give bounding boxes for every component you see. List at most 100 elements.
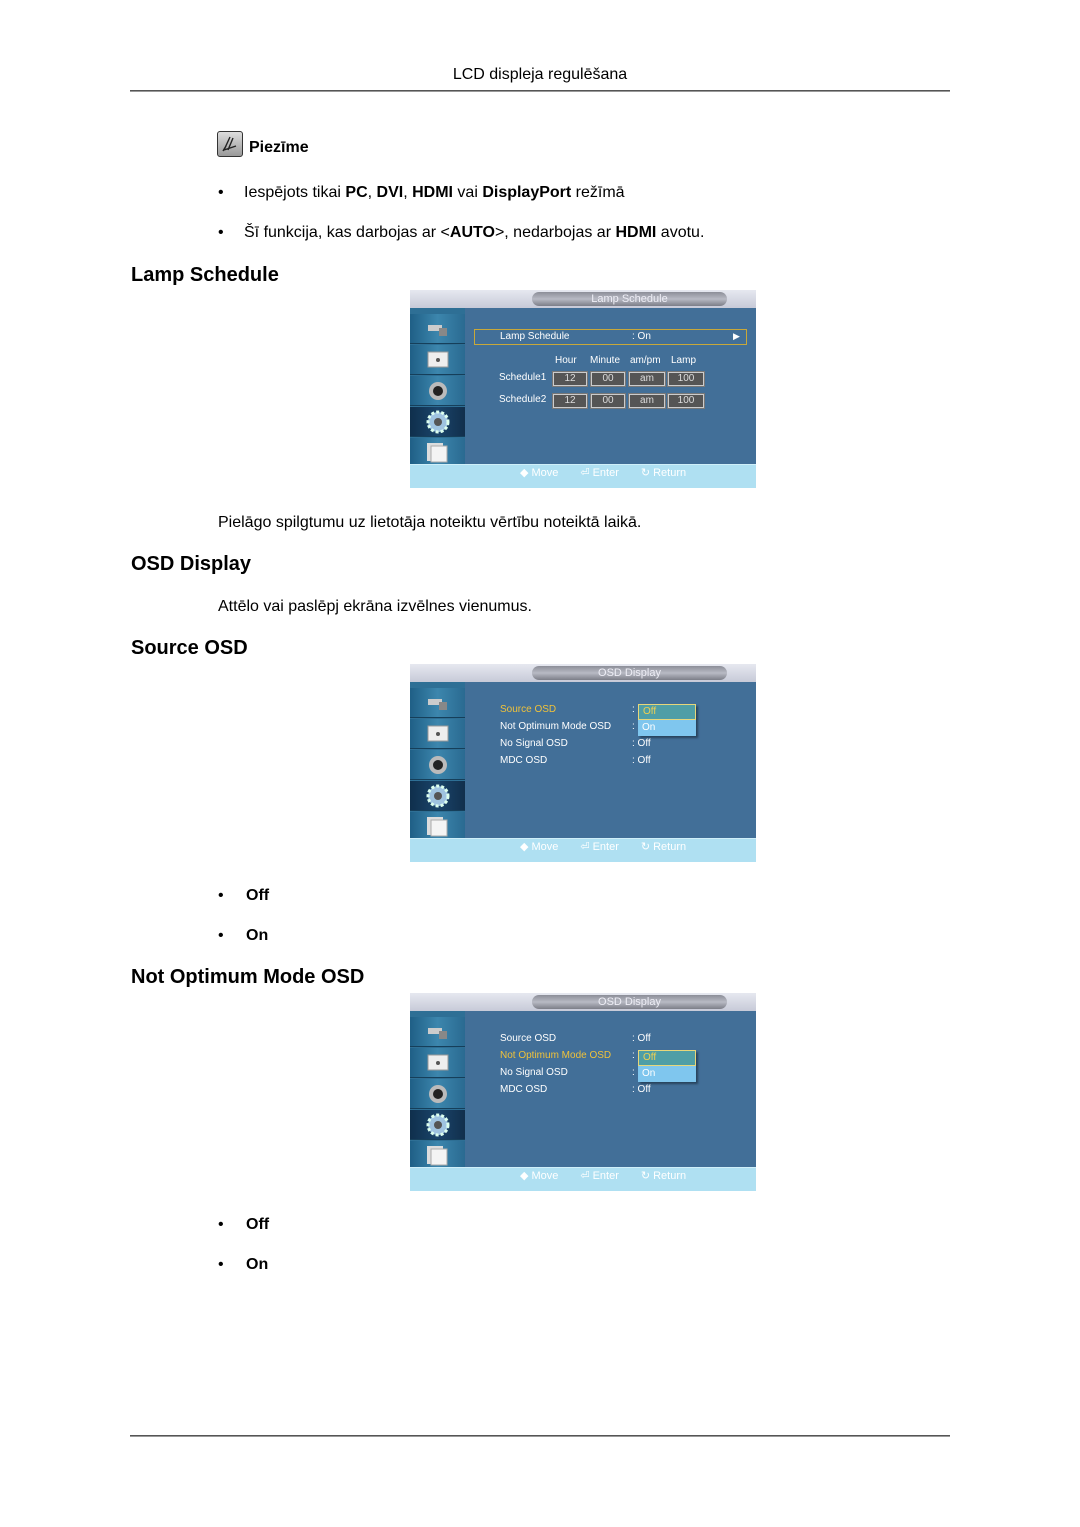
osd-field-ampm[interactable]: am (628, 371, 666, 387)
option-bullet: • Off (218, 887, 269, 905)
sound-icon (410, 750, 465, 780)
osd-item-no-signal-osd[interactable]: No Signal OSD (500, 738, 568, 749)
bold-term: DVI (376, 184, 404, 201)
osd-field-hour[interactable]: 12 (552, 393, 588, 409)
enter-icon: ⏎ (580, 1170, 590, 1182)
option-off: Off (246, 1216, 270, 1233)
note-heading: Piezīme (217, 131, 309, 157)
display-icon (410, 719, 465, 749)
text-run: , (403, 184, 413, 201)
osd-item-mdc-osd[interactable]: MDC OSD (500, 755, 547, 766)
move-icon: ◆ (520, 467, 529, 479)
osd-dropdown[interactable]: Off On (638, 704, 696, 736)
footer-return: ↻ Return (640, 1170, 687, 1182)
osd-field-minute[interactable]: 00 (590, 393, 626, 409)
osd-col-header: am/pm (630, 355, 661, 366)
osd-schedule-label: Schedule1 (499, 372, 547, 383)
return-icon: ↻ (640, 467, 651, 479)
enter-icon: ⏎ (580, 841, 590, 853)
osd-footer-hints: ◆ Move ⏎ Enter ↻ Return (520, 1169, 686, 1182)
text-run: režīmā (571, 184, 625, 201)
setup-gear-icon (410, 407, 465, 437)
osd-dropdown[interactable]: Off On (638, 1050, 696, 1082)
note-pencil-icon (217, 131, 243, 157)
option-bullet: • On (218, 1256, 268, 1274)
dropdown-option-off[interactable]: Off (638, 1050, 696, 1066)
option-on: On (246, 927, 269, 944)
osd-item-mdc-osd[interactable]: MDC OSD (500, 1084, 547, 1095)
osd-item-source-osd[interactable]: Source OSD (500, 704, 556, 715)
section-title-osd-display: OSD Display (131, 553, 252, 575)
osd-item-value: : Off (632, 1033, 651, 1044)
osd-field-lamp[interactable]: 100 (667, 393, 705, 409)
osd-item-not-optimum-mode-osd[interactable]: Not Optimum Mode OSD (500, 1050, 611, 1061)
osd-schedule-label: Schedule2 (499, 394, 547, 405)
osd-sidebar (410, 1011, 465, 1171)
option-bullet: • On (218, 927, 268, 945)
dropdown-option-off[interactable]: Off (638, 704, 696, 720)
osd-title: OSD Display (532, 666, 727, 680)
section-title-source-osd: Source OSD (131, 637, 248, 659)
note-bullet: • Šī funkcija, kas darbojas ar <AUTO>, n… (218, 224, 704, 242)
bold-term: HDMI (615, 224, 657, 241)
dropdown-option-on[interactable]: On (638, 720, 696, 736)
osd-item-not-optimum-mode-osd[interactable]: Not Optimum Mode OSD (500, 721, 611, 732)
bold-term: PC (345, 184, 368, 201)
osd-field-minute[interactable]: 00 (590, 371, 626, 387)
setup-gear-icon (410, 1110, 465, 1140)
note-bullet-text: Iespējots tikai PC, DVI, HDMI vai Displa… (244, 184, 625, 202)
bullet-dot: • (218, 887, 224, 904)
osd-item-source-osd[interactable]: Source OSD (500, 1033, 556, 1044)
text-run: Šī funkcija, kas darbojas ar < (244, 224, 450, 241)
osd-field-hour[interactable]: 12 (552, 371, 588, 387)
osd-col-header: Hour (555, 355, 577, 366)
section-title-not-optimum-mode-osd: Not Optimum Mode OSD (131, 966, 365, 988)
osd-item-value: : Off (632, 1084, 651, 1095)
footer-move: ◆ Move (520, 841, 559, 853)
display-icon (410, 345, 465, 375)
osd-display-description: Attēlo vai paslēpj ekrāna izvēlnes vienu… (218, 598, 532, 615)
bold-term: DisplayPort (482, 184, 572, 201)
osd-sidebar (410, 682, 465, 842)
display-icon (410, 1048, 465, 1078)
osd-col-header: Minute (590, 355, 621, 366)
osd-colon: : (632, 704, 635, 715)
picture-icon (410, 1017, 465, 1047)
bullet-dot: • (218, 184, 224, 201)
osd-colon: : (632, 721, 635, 732)
osd-field-ampm[interactable]: am (628, 393, 666, 409)
osd-screenshot-lamp-schedule: Lamp Schedule Lamp Schedule : On ▶ Hour … (410, 290, 756, 488)
move-icon: ◆ (520, 1170, 529, 1182)
option-off: Off (246, 887, 270, 904)
footer-move: ◆ Move (520, 1170, 559, 1182)
text-run: avotu. (656, 224, 705, 241)
arrow-right-icon: ▶ (733, 331, 740, 341)
bold-term: HDMI (412, 184, 453, 201)
return-icon: ↻ (640, 1170, 651, 1182)
osd-item-value: : Off (632, 755, 651, 766)
footer-enter: ⏎ Enter (580, 467, 619, 479)
dropdown-option-on[interactable]: On (638, 1066, 696, 1082)
option-on: On (246, 1256, 269, 1273)
osd-field-lamp[interactable]: 100 (667, 371, 705, 387)
footer-return: ↻ Return (640, 467, 687, 479)
enter-icon: ⏎ (580, 467, 590, 479)
osd-colon: : (632, 1067, 635, 1078)
text-run: , (367, 184, 377, 201)
osd-row-value: : On (632, 331, 651, 342)
osd-screenshot-not-optimum-mode-osd: OSD Display Source OSD Not Optimum Mode … (410, 993, 756, 1191)
move-icon: ◆ (520, 841, 529, 853)
osd-title: Lamp Schedule (532, 292, 727, 306)
osd-sidebar (410, 308, 465, 468)
picture-icon (410, 688, 465, 718)
text-run: vai (452, 184, 483, 201)
osd-footer-hints: ◆ Move ⏎ Enter ↻ Return (520, 840, 686, 853)
osd-item-no-signal-osd[interactable]: No Signal OSD (500, 1067, 568, 1078)
osd-screenshot-source-osd: OSD Display Source OSD Not Optimum Mode … (410, 664, 756, 862)
bullet-dot: • (218, 927, 224, 944)
osd-item-value: : Off (632, 738, 651, 749)
note-bullet: • Iespējots tikai PC, DVI, HDMI vai Disp… (218, 184, 625, 202)
osd-title: OSD Display (532, 995, 727, 1009)
note-bullet-text: Šī funkcija, kas darbojas ar <AUTO>, ned… (244, 224, 704, 242)
bullet-dot: • (218, 1256, 224, 1273)
